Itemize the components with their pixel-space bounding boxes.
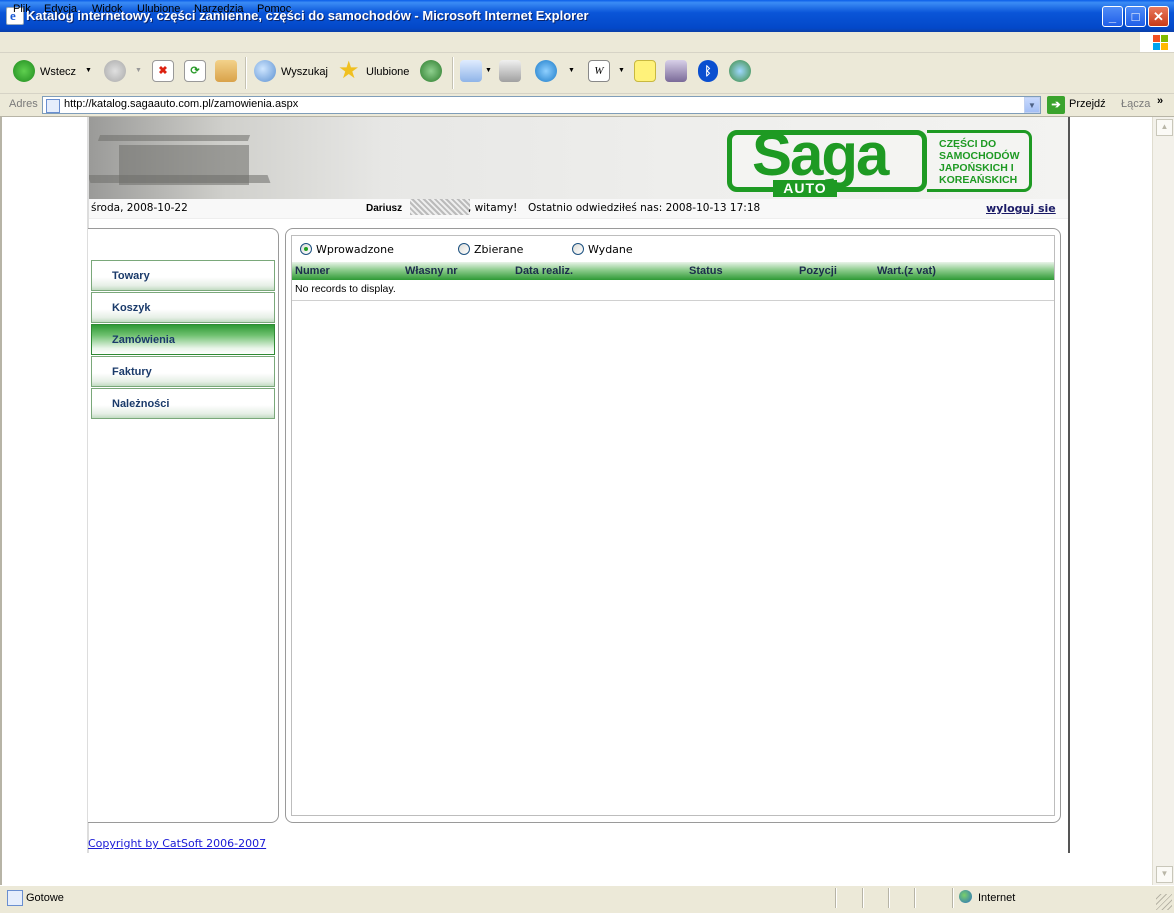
back-arrow-icon[interactable]: [13, 60, 35, 82]
skype-dropdown-icon[interactable]: ▼: [568, 67, 575, 74]
nav-label: Towary: [112, 270, 150, 282]
stop-icon[interactable]: ✖: [152, 60, 174, 82]
status-divider: [952, 888, 954, 908]
mail-dropdown-icon[interactable]: ▼: [485, 67, 492, 74]
col-wlasny-nr[interactable]: Własny nr: [405, 265, 458, 277]
orders-panel-inner: [291, 235, 1055, 816]
status-divider: [835, 888, 837, 908]
scroll-up-icon[interactable]: ▲: [1156, 119, 1173, 136]
page-done-icon: [7, 890, 23, 906]
address-dropdown-icon[interactable]: ▼: [1024, 97, 1040, 113]
nav-koszyk[interactable]: Koszyk: [91, 292, 275, 323]
logo-tagline: CZĘŚCI DO SAMOCHODÓW JAPOŃSKICH I KOREAŃ…: [939, 138, 1020, 186]
security-zone: Internet: [978, 892, 1016, 904]
mail-icon[interactable]: [460, 60, 482, 82]
radio-zbierane[interactable]: [458, 243, 470, 255]
bluetooth-icon[interactable]: ᛒ: [698, 60, 718, 82]
menu-pomoc[interactable]: Pomoc: [257, 3, 291, 15]
radio-wydane[interactable]: [572, 243, 584, 255]
redacted-surname: [410, 199, 470, 215]
vertical-scrollbar[interactable]: ▲ ▼: [1152, 117, 1174, 885]
windows-logo-icon: [1140, 32, 1174, 52]
nav-towary[interactable]: Towary: [91, 260, 275, 291]
resize-grip-icon[interactable]: [1156, 894, 1172, 910]
nav-label: Faktury: [112, 366, 152, 378]
edit-word-icon[interactable]: W: [588, 60, 610, 82]
search-icon[interactable]: [254, 60, 276, 82]
research-icon[interactable]: [665, 60, 687, 82]
status-divider: [888, 888, 890, 908]
col-numer[interactable]: Numer: [295, 265, 330, 277]
print-icon[interactable]: [499, 60, 521, 82]
internet-globe-icon: [959, 890, 972, 903]
favorites-star-icon[interactable]: ★: [338, 58, 360, 84]
col-status[interactable]: Status: [689, 265, 723, 277]
status-divider: [914, 888, 916, 908]
status-text: Gotowe: [26, 892, 64, 904]
close-button[interactable]: ✕: [1148, 6, 1169, 27]
links-label[interactable]: Łącza: [1121, 98, 1150, 110]
grid-empty-row: No records to display.: [292, 280, 1054, 301]
refresh-icon[interactable]: ⟳: [184, 60, 206, 82]
menu-bar: [0, 32, 1174, 53]
address-url[interactable]: http://katalog.sagaauto.com.pl/zamowieni…: [64, 98, 298, 110]
menu-edycja[interactable]: Edycja: [44, 3, 77, 15]
user-name: Dariusz: [366, 203, 403, 214]
menu-plik[interactable]: Plik: [13, 3, 31, 15]
go-button-label[interactable]: Przejdź: [1069, 98, 1106, 110]
empty-message: No records to display.: [295, 283, 396, 295]
welcome-text: , witamy!: [468, 202, 518, 214]
favorites-button-label[interactable]: Ulubione: [366, 66, 409, 78]
page-icon: [46, 99, 60, 113]
scroll-down-icon[interactable]: ▼: [1156, 866, 1173, 883]
menu-narzedzia[interactable]: Narzędzia: [194, 3, 244, 15]
skype-icon[interactable]: [535, 60, 557, 82]
nav-naleznosci[interactable]: Należności: [91, 388, 275, 419]
col-pozycji[interactable]: Pozycji: [799, 265, 837, 277]
logo-saga: Saga: [752, 121, 889, 188]
go-arrow-icon[interactable]: ➔: [1047, 96, 1065, 114]
nav-label: Należności: [112, 398, 170, 410]
back-dropdown-icon[interactable]: ▼: [85, 67, 92, 74]
col-data-realiz[interactable]: Data realiz.: [515, 265, 573, 277]
status-divider: [862, 888, 864, 908]
history-icon[interactable]: [420, 60, 442, 82]
last-visit: Ostatnio odwiedziłeś nas: 2008-10-13 17:…: [528, 202, 761, 214]
links-chevron-icon[interactable]: »: [1157, 95, 1163, 107]
edit-dropdown-icon[interactable]: ▼: [618, 67, 625, 74]
menu-ulubione[interactable]: Ulubione: [137, 3, 180, 15]
back-button-label[interactable]: Wstecz: [40, 66, 76, 78]
nav-label: Koszyk: [112, 302, 151, 314]
home-icon[interactable]: [215, 60, 237, 82]
toolbar-separator: [452, 57, 454, 89]
radio-label-zbierane[interactable]: Zbierane: [474, 243, 523, 256]
messenger-icon[interactable]: [729, 60, 751, 82]
minimize-button[interactable]: _: [1102, 6, 1123, 27]
address-label: Adres: [9, 98, 38, 110]
radio-label-wprowadzone[interactable]: Wprowadzone: [316, 243, 394, 256]
note-icon[interactable]: [634, 60, 656, 82]
forward-arrow-icon[interactable]: [104, 60, 126, 82]
forward-dropdown-icon[interactable]: ▼: [135, 67, 142, 74]
nav-zamowienia[interactable]: Zamówienia: [91, 324, 275, 355]
nav-faktury[interactable]: Faktury: [91, 356, 275, 387]
toolbar-separator: [245, 57, 247, 89]
logout-link[interactable]: wyloguj sie: [986, 202, 1056, 215]
banner-pagoda-shape: [89, 175, 271, 183]
nav-label: Zamówienia: [112, 334, 175, 346]
menu-widok[interactable]: Widok: [92, 3, 123, 15]
radio-wprowadzone[interactable]: [300, 243, 312, 255]
banner-pagoda-shape: [97, 135, 251, 141]
radio-label-wydane[interactable]: Wydane: [588, 243, 633, 256]
current-date: środa, 2008-10-22: [91, 202, 188, 214]
col-wart-z-vat[interactable]: Wart.(z vat): [877, 265, 936, 277]
copyright-link[interactable]: Copyright by CatSoft 2006-2007: [88, 837, 266, 850]
toolbar: [0, 53, 1174, 94]
search-button-label[interactable]: Wyszukaj: [281, 66, 328, 78]
logo-auto: AUTO: [773, 180, 837, 197]
maximize-button[interactable]: □: [1125, 6, 1146, 27]
